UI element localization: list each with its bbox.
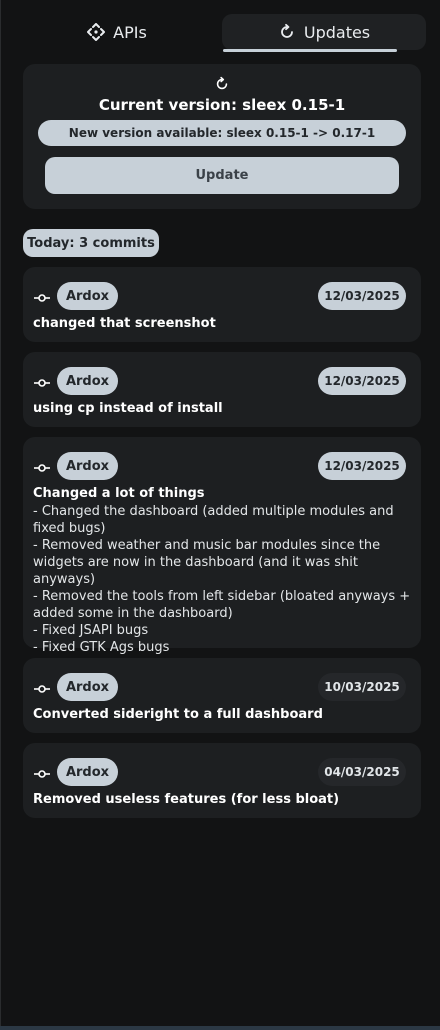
commit-body: - Changed the dashboard (added multiple … (33, 503, 413, 656)
commit-date: 10/03/2025 (318, 673, 406, 701)
commit-icon (34, 679, 50, 693)
commit-icon (34, 764, 50, 778)
commit-icon (34, 288, 50, 302)
commit-body-line: - Removed weather and music bar modules … (33, 538, 381, 587)
refresh-icon[interactable] (214, 76, 230, 92)
commit-author: Ardox (57, 673, 118, 701)
commit-body-line: - Fixed GTK Ags bugs (33, 640, 170, 655)
refresh-icon (278, 23, 296, 41)
tab-apis[interactable]: APIs (15, 14, 219, 50)
update-button[interactable]: Update (45, 157, 399, 194)
commit-date: 12/03/2025 (318, 367, 406, 395)
commit-date: 04/03/2025 (318, 758, 406, 786)
tab-updates[interactable]: Updates (222, 14, 426, 50)
active-tab-indicator (223, 49, 397, 52)
commit-body-line: - Fixed JSAPI bugs (33, 623, 149, 638)
commit-message: changed that screenshot (33, 316, 216, 331)
commit-icon (34, 458, 50, 472)
commit-card[interactable]: Ardox 12/03/2025 changed that screenshot (23, 267, 421, 342)
updates-panel: APIs Updates Current version: sleex 0.15… (0, 0, 440, 1030)
commit-message: Converted sideright to a full dashboard (33, 707, 323, 722)
commit-date: 12/03/2025 (318, 452, 406, 480)
commit-message: Removed useless features (for less bloat… (33, 792, 340, 807)
commit-date: 12/03/2025 (318, 282, 406, 310)
commit-body-line: - Changed the dashboard (added multiple … (33, 504, 394, 536)
move-arrows-icon (87, 23, 106, 41)
commit-icon (34, 373, 50, 387)
commit-author: Ardox (57, 758, 118, 786)
commit-author: Ardox (57, 452, 118, 480)
commit-body-line: - Removed the tools from left sidebar (b… (33, 589, 411, 621)
current-version: Current version: sleex 0.15-1 (98, 96, 346, 114)
bottom-edge (0, 1026, 440, 1030)
tab-updates-label: Updates (303, 22, 371, 42)
commit-card[interactable]: Ardox 04/03/2025 Removed useless feature… (23, 743, 421, 818)
new-version-banner: New version available: sleex 0.15-1 -> 0… (38, 120, 406, 146)
commit-message: using cp instead of install (33, 401, 223, 416)
commit-card[interactable]: Ardox 12/03/2025 Changed a lot of things… (23, 437, 421, 655)
commit-card[interactable]: Ardox 12/03/2025 using cp instead of ins… (23, 352, 421, 427)
commit-card[interactable]: Ardox 10/03/2025 Converted sideright to … (23, 658, 421, 733)
commit-author: Ardox (57, 367, 118, 395)
commit-author: Ardox (57, 282, 118, 310)
tab-bar: APIs Updates (15, 14, 427, 50)
version-card: Current version: sleex 0.15-1 New versio… (23, 64, 421, 209)
tab-apis-label: APIs (113, 22, 147, 42)
day-group-badge: Today: 3 commits (23, 229, 159, 257)
commit-message: Changed a lot of things (33, 486, 205, 501)
